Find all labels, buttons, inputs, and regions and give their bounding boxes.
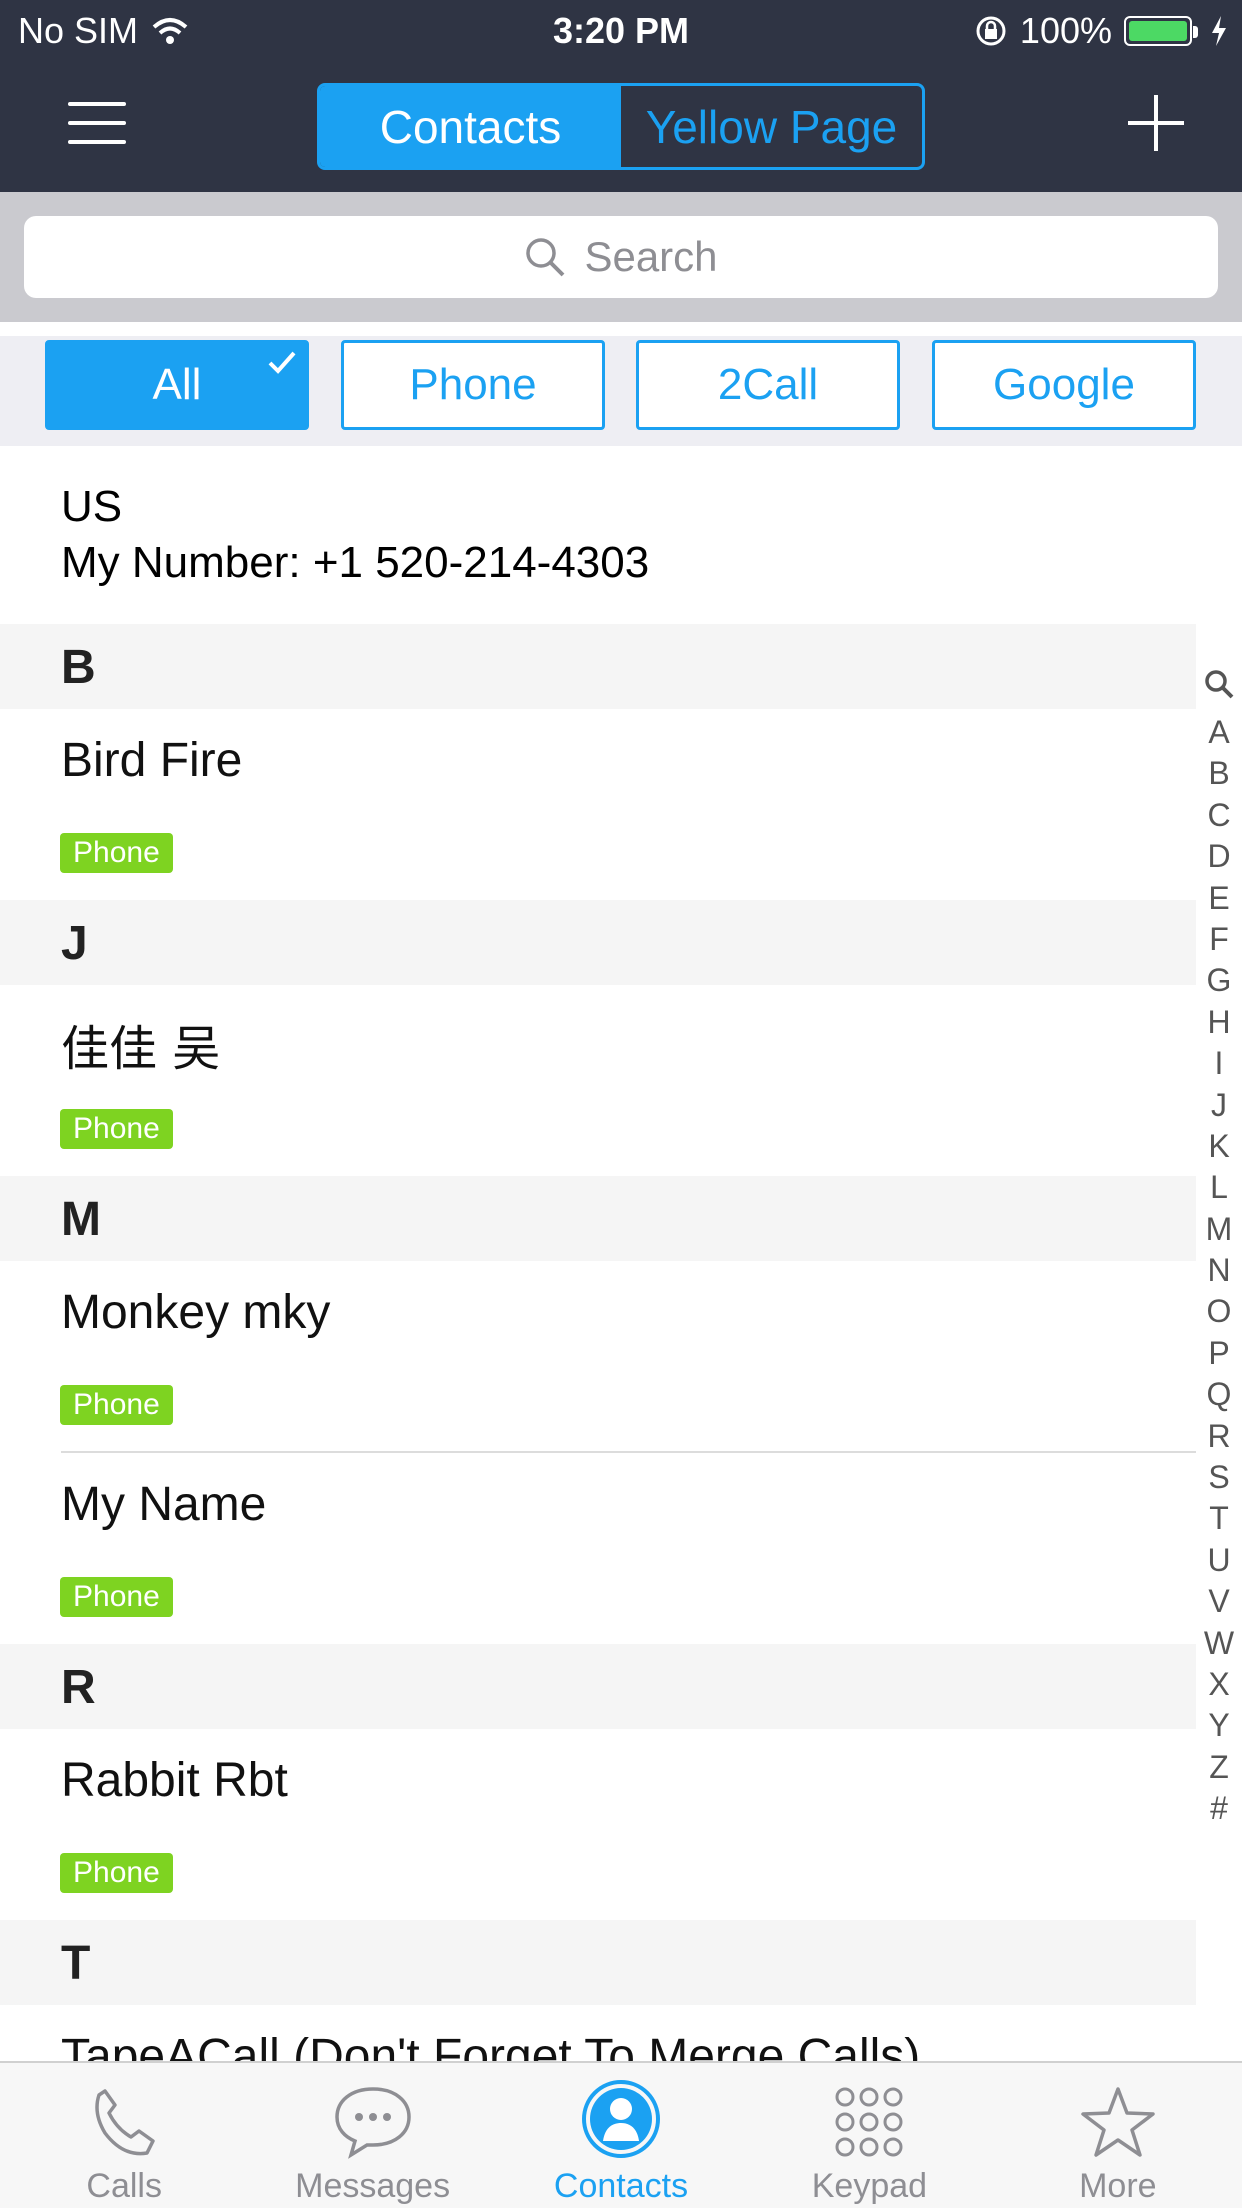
my-number-label: My Number: +1 520-214-4303 (61, 538, 650, 587)
section-header-j: J (0, 900, 1196, 985)
contact-name: My Name (61, 1478, 267, 1531)
contact-name: Monkey mky (61, 1286, 331, 1339)
section-header-m: M (0, 1176, 1196, 1261)
tab-yellow-page[interactable]: Yellow Page (621, 86, 922, 167)
tab-calls-label: Calls (86, 2167, 162, 2205)
index-letter-hash[interactable]: # (1196, 1788, 1242, 1829)
index-letter-p[interactable]: P (1196, 1333, 1242, 1374)
tab-more[interactable]: More (994, 2063, 1242, 2208)
search-icon[interactable] (1203, 668, 1235, 700)
index-letter-v[interactable]: V (1196, 1581, 1242, 1622)
segmented-control: Contacts Yellow Page (317, 83, 925, 170)
top-bar: No SIM 3:20 PM 100% Contacts Yellow Page (0, 0, 1242, 192)
index-letter-c[interactable]: C (1196, 795, 1242, 836)
index-letter-o[interactable]: O (1196, 1291, 1242, 1332)
section-header-b: B (0, 624, 1196, 709)
index-letter-u[interactable]: U (1196, 1540, 1242, 1581)
tab-bar: Calls Messages Contacts Keypad More (0, 2061, 1242, 2208)
index-letter-h[interactable]: H (1196, 1002, 1242, 1043)
menu-button[interactable] (68, 102, 126, 146)
index-letter-n[interactable]: N (1196, 1250, 1242, 1291)
alphabet-index[interactable]: A B C D E F G H I J K L M N O P Q R S T U V W X Y Z # (1196, 668, 1242, 1826)
tab-calls[interactable]: Calls (0, 2063, 248, 2208)
add-contact-button[interactable] (1128, 95, 1184, 151)
index-letter-y[interactable]: Y (1196, 1705, 1242, 1746)
section-header-t: T (0, 1920, 1196, 2005)
contact-person-icon (582, 2080, 661, 2158)
filter-all-label: All (152, 360, 202, 409)
contact-row[interactable]: TapeACall (Don't Forget To Merge Calls) (0, 2005, 1196, 2061)
phone-tag: Phone (60, 833, 173, 873)
tab-messages[interactable]: Messages (248, 2063, 496, 2208)
index-letter-l[interactable]: L (1196, 1167, 1242, 1208)
index-letter-r[interactable]: R (1196, 1416, 1242, 1457)
contact-row[interactable]: Rabbit Rbt Phone (0, 1729, 1196, 1920)
contact-name: TapeACall (Don't Forget To Merge Calls) (61, 2030, 921, 2061)
battery-icon (1124, 16, 1198, 46)
tab-contacts[interactable]: Contacts (320, 86, 621, 167)
tab-messages-label: Messages (295, 2167, 451, 2205)
filter-2call[interactable]: 2Call (636, 340, 900, 430)
tab-keypad[interactable]: Keypad (745, 2063, 993, 2208)
index-letter-q[interactable]: Q (1196, 1374, 1242, 1415)
phone-tag: Phone (60, 1109, 173, 1149)
tab-more-label: More (1079, 2167, 1157, 2205)
country-label: US (61, 482, 123, 531)
index-letter-a[interactable]: A (1196, 712, 1242, 753)
contact-row[interactable]: Bird Fire Phone (0, 709, 1196, 900)
message-bubble-icon (334, 2087, 411, 2159)
index-letter-i[interactable]: I (1196, 1043, 1242, 1084)
index-letter-z[interactable]: Z (1196, 1747, 1242, 1788)
index-letter-t[interactable]: T (1196, 1498, 1242, 1539)
phone-tag: Phone (60, 1853, 173, 1893)
contact-row[interactable]: My Name Phone (0, 1453, 1196, 1644)
tab-contacts-label: Contacts (553, 2167, 689, 2205)
tab-contacts-bottom[interactable]: Contacts (497, 2063, 745, 2208)
status-right: 100% (974, 10, 1228, 52)
index-letter-w[interactable]: W (1196, 1623, 1242, 1664)
keypad-icon (835, 2087, 903, 2157)
status-bar: No SIM 3:20 PM 100% (0, 0, 1242, 62)
battery-percent: 100% (1019, 10, 1112, 51)
star-icon (1081, 2087, 1155, 2157)
filter-google[interactable]: Google (932, 340, 1196, 430)
index-letter-f[interactable]: F (1196, 919, 1242, 960)
checkmark-icon (268, 351, 296, 374)
my-number-card[interactable]: US My Number: +1 520-214-4303 (0, 446, 1242, 624)
index-letter-e[interactable]: E (1196, 878, 1242, 919)
index-letter-g[interactable]: G (1196, 960, 1242, 1001)
section-header-r: R (0, 1644, 1196, 1729)
filter-phone[interactable]: Phone (341, 340, 605, 430)
index-letter-b[interactable]: B (1196, 753, 1242, 794)
index-letter-x[interactable]: X (1196, 1664, 1242, 1705)
filter-all[interactable]: All (45, 340, 309, 430)
rotation-lock-icon (976, 16, 1006, 46)
contact-name: Bird Fire (61, 734, 243, 787)
search-input[interactable]: Search (24, 216, 1218, 298)
phone-icon (95, 2089, 155, 2156)
phone-tag: Phone (60, 1385, 173, 1425)
index-letter-s[interactable]: S (1196, 1457, 1242, 1498)
search-area: Search (0, 192, 1242, 322)
index-letter-k[interactable]: K (1196, 1126, 1242, 1167)
index-letter-m[interactable]: M (1196, 1209, 1242, 1250)
search-placeholder: Search (584, 233, 718, 280)
charging-icon (1212, 16, 1226, 46)
search-icon (526, 238, 565, 277)
contact-name: Rabbit Rbt (61, 1754, 288, 1807)
tab-keypad-label: Keypad (811, 2167, 928, 2205)
index-letter-j[interactable]: J (1196, 1085, 1242, 1126)
contact-name: 佳佳 吴 (61, 1021, 221, 1077)
phone-tag: Phone (60, 1577, 173, 1617)
contact-row[interactable]: Monkey mky Phone (0, 1261, 1196, 1452)
index-letter-d[interactable]: D (1196, 836, 1242, 877)
filter-bar: All Phone 2Call Google (0, 336, 1242, 446)
contact-row[interactable]: 佳佳 吴 Phone (0, 985, 1196, 1176)
